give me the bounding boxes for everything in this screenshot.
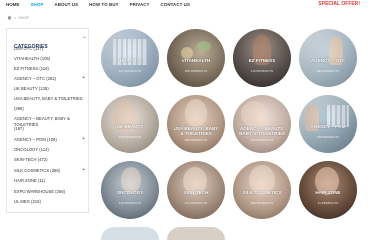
breadcrumb: > SHOP [7, 15, 29, 20]
category-label: SKIN-TECH (472) [14, 157, 48, 162]
category-label: AGENCY – OTC (282) [14, 76, 57, 81]
tile-title: AGENCY – OTC [310, 58, 346, 63]
special-offer-link[interactable]: SPECIAL OFFER! [318, 1, 360, 7]
category-label: HAIR ZONE (11) [14, 178, 46, 183]
category-label: ONCOLOGY (113) [14, 147, 49, 152]
category-tile-usa-beauty[interactable]: USA BEAUTY, BABY & TOILETRIES 366 PRODUC… [167, 95, 225, 153]
expand-icon[interactable]: + [82, 136, 85, 143]
category-label: USA OTC (117) [14, 46, 44, 51]
category-tile-partial[interactable] [167, 227, 225, 240]
category-oncology[interactable]: ONCOLOGY (113) [14, 147, 88, 153]
category-label: VITAHEALTH (105) [14, 56, 51, 61]
category-agency-pom[interactable]: AGENCY – POM (109) + [14, 136, 88, 143]
tile-title: USA OTC [119, 58, 141, 63]
tile-title: UK BEAUTY [116, 124, 144, 129]
tile-count: 109 PRODUCTS [316, 135, 340, 139]
tile-image [101, 227, 159, 240]
category-tile-skin-tech[interactable]: SKIN-TECH 472 PRODUCTS [167, 161, 225, 219]
tile-count: 119 PRODUCTS [250, 69, 274, 73]
tile-count: 356 PRODUCTS [250, 201, 274, 205]
category-tile-hair-zone[interactable]: HAIR ZONE 11 PRODUCTS [299, 161, 357, 219]
tile-image [167, 227, 225, 240]
tile-count: 105 PRODUCTS [184, 69, 208, 73]
category-label: AGENCY – POM (109) [14, 137, 57, 142]
tile-count: 472 PRODUCTS [184, 201, 208, 205]
categories-header[interactable]: CATEGORIES − [14, 35, 86, 50]
category-vitahealth[interactable]: VITAHEALTH (105) [14, 56, 88, 62]
category-label: USA BEAUTY, BABY & TOILETRIES [14, 96, 83, 101]
breadcrumb-current: SHOP [18, 15, 29, 20]
category-tile-vitahealth[interactable]: VITAHEALTH 105 PRODUCTS [167, 29, 225, 87]
category-usa-beauty-count[interactable]: (366) [14, 106, 88, 112]
category-tile-agency-otc[interactable]: AGENCY – OTC 282 PRODUCTS [299, 29, 357, 87]
expand-icon[interactable]: + [82, 167, 85, 174]
breadcrumb-separator: > [14, 15, 17, 20]
category-ez-fitness[interactable]: EZ FITNESS (119) [14, 66, 88, 72]
category-tile-usa-otc[interactable]: USA OTC 117 PRODUCTS [101, 29, 159, 87]
tile-count: 117 PRODUCTS [118, 69, 142, 73]
category-tile-oncology[interactable]: ONCOLOGY 113 PRODUCTS [101, 161, 159, 219]
category-agency-otc[interactable]: AGENCY – OTC (282) + [14, 75, 88, 82]
tile-count: 197 PRODUCTS [250, 138, 274, 142]
expand-icon[interactable]: + [82, 75, 85, 82]
category-uk-beauty[interactable]: UK BEAUTY (135) [14, 86, 88, 92]
nav-privacy[interactable]: PRIVACY [130, 2, 150, 7]
category-hair-zone[interactable]: HAIR ZONE (11) [14, 178, 88, 184]
categories-sidebar: CATEGORIES − USA OTC (117) VITAHEALTH (1… [6, 28, 89, 213]
tile-title: SILK COSMETICS [242, 190, 282, 195]
nav-links: HOME SHOP ABOUT US HOW TO BUY PRIVACY CO… [6, 2, 201, 7]
category-tile-partial[interactable] [101, 227, 159, 240]
category-label: (197) [14, 126, 24, 131]
top-navigation: HOME SHOP ABOUT US HOW TO BUY PRIVACY CO… [0, 0, 372, 11]
tile-title: VITAHEALTH [181, 58, 211, 63]
tile-title: SKIN-TECH [183, 190, 209, 195]
category-label: SILK COSMETICS (356) [14, 168, 61, 173]
tile-title: USA BEAUTY, BABY & TOILETRIES [173, 126, 219, 136]
nav-contact-us[interactable]: CONTACT US [161, 2, 190, 7]
tile-title: HAIR ZONE [315, 190, 341, 195]
collapse-icon[interactable]: − [82, 35, 86, 41]
category-label: EXPO WAREHOUSE (256) [14, 189, 66, 194]
nav-home[interactable]: HOME [6, 2, 20, 7]
category-tile-silk-cosmetics[interactable]: SILK COSMETICS 356 PRODUCTS [233, 161, 291, 219]
category-agency-beauty-count[interactable]: (197) [14, 126, 88, 132]
tile-title: ONCOLOGY [116, 190, 144, 195]
category-silk-cosmetics[interactable]: SILK COSMETICS (356) + [14, 167, 88, 174]
tile-count: 135 PRODUCTS [118, 135, 142, 139]
tile-title: AGENCY – POM [310, 124, 346, 129]
category-ul-meg[interactable]: UL MEG (218) [14, 199, 88, 205]
tile-title: EZ FITNESS [248, 58, 276, 63]
nav-shop[interactable]: SHOP [31, 2, 44, 7]
category-usa-otc[interactable]: USA OTC (117) [14, 46, 88, 52]
category-label: (366) [14, 106, 24, 111]
tile-count: 11 PRODUCTS [317, 201, 339, 205]
nav-how-to-buy[interactable]: HOW TO BUY [89, 2, 118, 7]
tile-count: 113 PRODUCTS [118, 201, 142, 205]
tile-title: AGENCY – BEAUTY, BABY & TOILETRIES [239, 126, 285, 136]
category-tile-agency-pom[interactable]: AGENCY – POM 109 PRODUCTS [299, 95, 357, 153]
category-label: UK BEAUTY (135) [14, 86, 49, 91]
category-label: UL MEG (218) [14, 199, 41, 204]
tile-count: 282 PRODUCTS [316, 69, 340, 73]
tile-count: 366 PRODUCTS [184, 138, 208, 142]
category-skin-tech[interactable]: SKIN-TECH (472) [14, 157, 88, 163]
home-icon[interactable] [7, 15, 12, 20]
nav-about-us[interactable]: ABOUT US [54, 2, 78, 7]
category-tile-uk-beauty[interactable]: UK BEAUTY 135 PRODUCTS [101, 95, 159, 153]
category-label: EZ FITNESS (119) [14, 66, 49, 71]
category-usa-beauty[interactable]: USA BEAUTY, BABY & TOILETRIES [14, 96, 88, 102]
category-tile-agency-beauty[interactable]: AGENCY – BEAUTY, BABY & TOILETRIES 197 P… [233, 95, 291, 153]
category-expo-warehouse[interactable]: EXPO WAREHOUSE (256) [14, 189, 88, 195]
category-tile-ez-fitness[interactable]: EZ FITNESS 119 PRODUCTS [233, 29, 291, 87]
